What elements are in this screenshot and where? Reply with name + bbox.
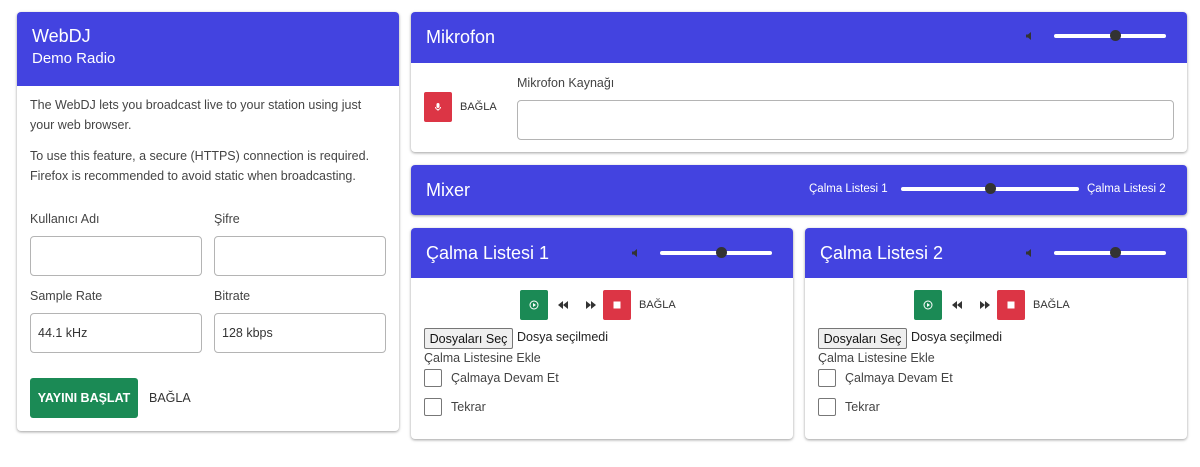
microphone-connect-label[interactable]: BAĞLA — [460, 101, 497, 113]
bitrate-select[interactable]: 128 kbps — [214, 313, 386, 353]
start-broadcast-button[interactable]: YAYINI BAŞLAT — [30, 378, 138, 418]
microphone-icon — [435, 103, 441, 111]
playlist-1-play-button[interactable] — [520, 290, 548, 320]
playlist-1-volume-slider[interactable] — [660, 247, 772, 258]
password-label: Şifre — [214, 212, 240, 226]
mixer-crossfader-knob[interactable] — [984, 183, 996, 194]
play-icon — [529, 300, 539, 310]
station-name: Demo Radio — [32, 50, 116, 67]
username-label: Kullanıcı Adı — [30, 212, 100, 226]
play-icon — [923, 300, 933, 310]
speaker-icon — [632, 249, 637, 257]
stop-icon — [1007, 301, 1015, 309]
microphone-title: Mikrofon — [426, 27, 496, 47]
mixer-right-label: Çalma Listesi 2 — [1087, 183, 1166, 195]
playlist-2-volume-knob[interactable] — [1110, 247, 1122, 258]
playlist-2-volume-slider[interactable] — [1054, 247, 1166, 258]
playlist-2-add-label: Çalma Listesine Ekle — [818, 351, 935, 365]
playlist-2-file-status: Dosya seçilmedi — [911, 330, 1003, 344]
playlist-2-stop-button[interactable] — [997, 290, 1025, 320]
playlist-1-title: Çalma Listesi 1 — [426, 243, 550, 263]
playlist-2-card: Çalma Listesi 2 BAĞLA Dosyaları Seç Dosy… — [805, 228, 1187, 439]
fast-forward-icon[interactable] — [980, 301, 990, 309]
microphone-volume-knob[interactable] — [1110, 30, 1122, 41]
microphone-source-label: Mikrofon Kaynağı — [517, 76, 615, 90]
microphone-toggle-button[interactable] — [424, 92, 452, 122]
playlist-2-repeat-checkbox[interactable] — [818, 398, 836, 416]
playlist-1-header: Çalma Listesi 1 — [411, 228, 793, 278]
playlist-2-title: Çalma Listesi 2 — [820, 243, 944, 263]
playlist-1-continue-label: Çalmaya Devam Et — [451, 371, 559, 385]
intro-text: The WebDJ lets you broadcast live to you… — [30, 98, 362, 132]
playlist-2-continue-checkbox[interactable] — [818, 369, 836, 387]
password-field[interactable] — [214, 236, 386, 276]
microphone-source-select[interactable] — [517, 100, 1174, 140]
https-note: To use this feature, a secure (HTTPS) co… — [30, 149, 370, 183]
playlist-1-choose-files-button[interactable]: Dosyaları Seç — [424, 328, 513, 349]
playlist-2-repeat-label: Tekrar — [845, 400, 880, 414]
mixer-crossfader[interactable] — [901, 183, 1079, 194]
rewind-icon[interactable] — [558, 301, 568, 309]
playlist-2-choose-files-button[interactable]: Dosyaları Seç — [818, 328, 907, 349]
playlist-1-file-status: Dosya seçilmedi — [517, 330, 609, 344]
playlist-1-continue-checkbox[interactable] — [424, 369, 442, 387]
playlist-2-connect-label[interactable]: BAĞLA — [1033, 299, 1070, 311]
playlist-1-repeat-checkbox[interactable] — [424, 398, 442, 416]
playlist-2-header: Çalma Listesi 2 — [805, 228, 1187, 278]
playlist-1-repeat-label: Tekrar — [451, 400, 486, 414]
connect-link[interactable]: BAĞLA — [149, 391, 191, 405]
app-title: WebDJ — [32, 26, 91, 46]
webdj-header: WebDJ Demo Radio — [17, 12, 399, 86]
playlist-1-stop-button[interactable] — [603, 290, 631, 320]
stop-icon — [613, 301, 621, 309]
sample-rate-label: Sample Rate — [30, 289, 103, 303]
webdj-settings-card: WebDJ Demo Radio The WebDJ lets you broa… — [17, 12, 399, 431]
playlist-1-volume-knob[interactable] — [716, 247, 728, 258]
microphone-volume-slider[interactable] — [1054, 30, 1166, 41]
microphone-header: Mikrofon — [411, 12, 1187, 63]
rewind-icon[interactable] — [952, 301, 962, 309]
playlist-1-card: Çalma Listesi 1 BAĞLA Dosyaları Seç Dosy… — [411, 228, 793, 439]
sample-rate-select[interactable]: 44.1 kHz — [30, 313, 202, 353]
mixer-card: Mixer Çalma Listesi 1 Çalma Listesi 2 — [411, 165, 1187, 215]
playlist-1-connect-label[interactable]: BAĞLA — [639, 299, 676, 311]
microphone-card: Mikrofon BAĞLA Mikrofon Kaynağı — [411, 12, 1187, 152]
fast-forward-icon[interactable] — [586, 301, 596, 309]
playlist-2-play-button[interactable] — [914, 290, 942, 320]
playlist-1-add-label: Çalma Listesine Ekle — [424, 351, 541, 365]
playlist-2-continue-label: Çalmaya Devam Et — [845, 371, 953, 385]
speaker-icon — [1026, 32, 1031, 40]
mixer-header: Mixer Çalma Listesi 1 Çalma Listesi 2 — [411, 165, 1187, 215]
mixer-title: Mixer — [426, 180, 470, 200]
mixer-left-label: Çalma Listesi 1 — [809, 183, 888, 195]
bitrate-label: Bitrate — [214, 289, 251, 303]
username-field[interactable] — [30, 236, 202, 276]
speaker-icon — [1026, 249, 1031, 257]
